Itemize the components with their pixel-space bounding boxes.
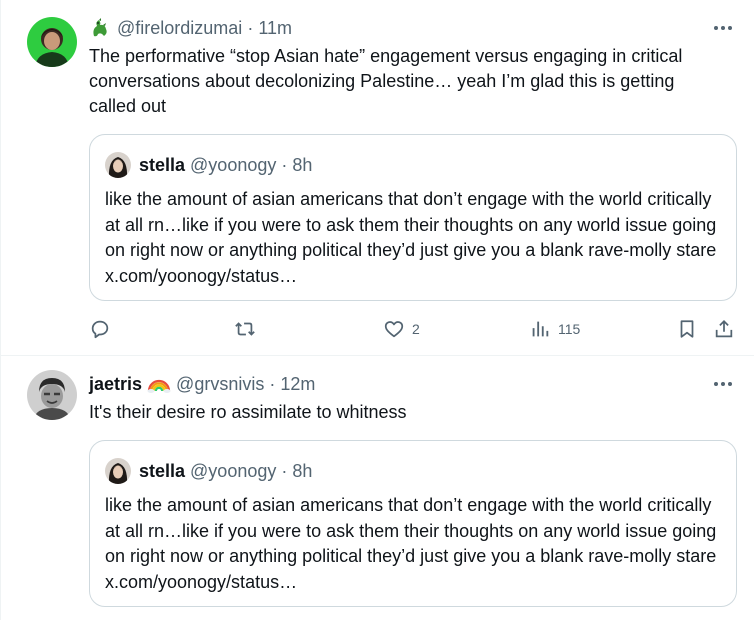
- more-options-button[interactable]: [711, 17, 735, 39]
- bookmark-button[interactable]: [676, 316, 698, 342]
- share-button[interactable]: [713, 316, 735, 342]
- more-options-button[interactable]: [711, 373, 735, 395]
- tweet-time[interactable]: 12m: [280, 373, 315, 395]
- like-count: 2: [412, 321, 420, 337]
- separator-dot: ·: [281, 154, 288, 175]
- bookmark-icon: [680, 320, 694, 338]
- tweet[interactable]: jaetris @grvsnivis · 12m It's their desi…: [1, 357, 754, 620]
- tweet[interactable]: @firelordizumai · 11m The performative “…: [1, 0, 754, 356]
- tweet-text: The performative “stop Asian hate” engag…: [89, 46, 683, 116]
- tweet-actions: 2 115: [89, 316, 739, 342]
- quoted-handle[interactable]: @yoonogy: [190, 155, 276, 176]
- reply-icon: [91, 320, 109, 339]
- tweet-handle[interactable]: @firelordizumai: [117, 17, 242, 39]
- repost-icon: [235, 322, 255, 336]
- quoted-time[interactable]: 8h: [292, 155, 312, 176]
- tweet-handle[interactable]: @grvsnivis: [176, 373, 264, 395]
- display-name[interactable]: jaetris: [89, 373, 142, 395]
- rainbow-emoji-icon: [147, 374, 171, 394]
- views-icon: [532, 321, 549, 337]
- quoted-tweet[interactable]: stella @yoonogy · 8h like the amount of …: [89, 134, 737, 301]
- heart-icon: [384, 321, 404, 338]
- more-icon: [714, 382, 732, 386]
- tweet-time[interactable]: 11m: [258, 17, 292, 39]
- view-count: 115: [558, 321, 581, 337]
- separator-dot: ·: [247, 18, 254, 38]
- repost-button[interactable]: [233, 316, 257, 342]
- separator-dot: ·: [269, 374, 276, 394]
- avatar[interactable]: [27, 17, 77, 67]
- more-icon: [714, 26, 732, 30]
- tweet-header: jaetris @grvsnivis · 12m: [89, 373, 735, 395]
- timeline-feed: @firelordizumai · 11m The performative “…: [0, 0, 754, 620]
- like-button[interactable]: 2: [383, 316, 420, 342]
- quoted-handle[interactable]: @yoonogy: [190, 461, 276, 482]
- quoted-tweet-text: like the amount of asian americans that …: [105, 495, 717, 592]
- avatar[interactable]: [27, 370, 77, 420]
- avatar: [105, 152, 131, 178]
- quoted-tweet-header: stella @yoonogy · 8h: [105, 152, 312, 178]
- quoted-tweet[interactable]: stella @yoonogy · 8h like the amount of …: [89, 440, 737, 607]
- quoted-display-name[interactable]: stella: [139, 155, 185, 176]
- views-button[interactable]: 115: [529, 316, 580, 342]
- separator-dot: ·: [281, 460, 288, 481]
- quoted-display-name[interactable]: stella: [139, 461, 185, 482]
- quoted-tweet-text: like the amount of asian americans that …: [105, 189, 717, 286]
- reply-button[interactable]: [89, 316, 111, 342]
- quoted-tweet-header: stella @yoonogy · 8h: [105, 458, 312, 484]
- tweet-header: @firelordizumai · 11m: [89, 17, 735, 39]
- avatar: [105, 458, 131, 484]
- tweet-text: It's their desire ro assimilate to whitn…: [89, 402, 407, 422]
- quoted-time[interactable]: 8h: [292, 461, 312, 482]
- dragon-emoji-icon: [89, 17, 111, 39]
- share-icon: [715, 319, 733, 338]
